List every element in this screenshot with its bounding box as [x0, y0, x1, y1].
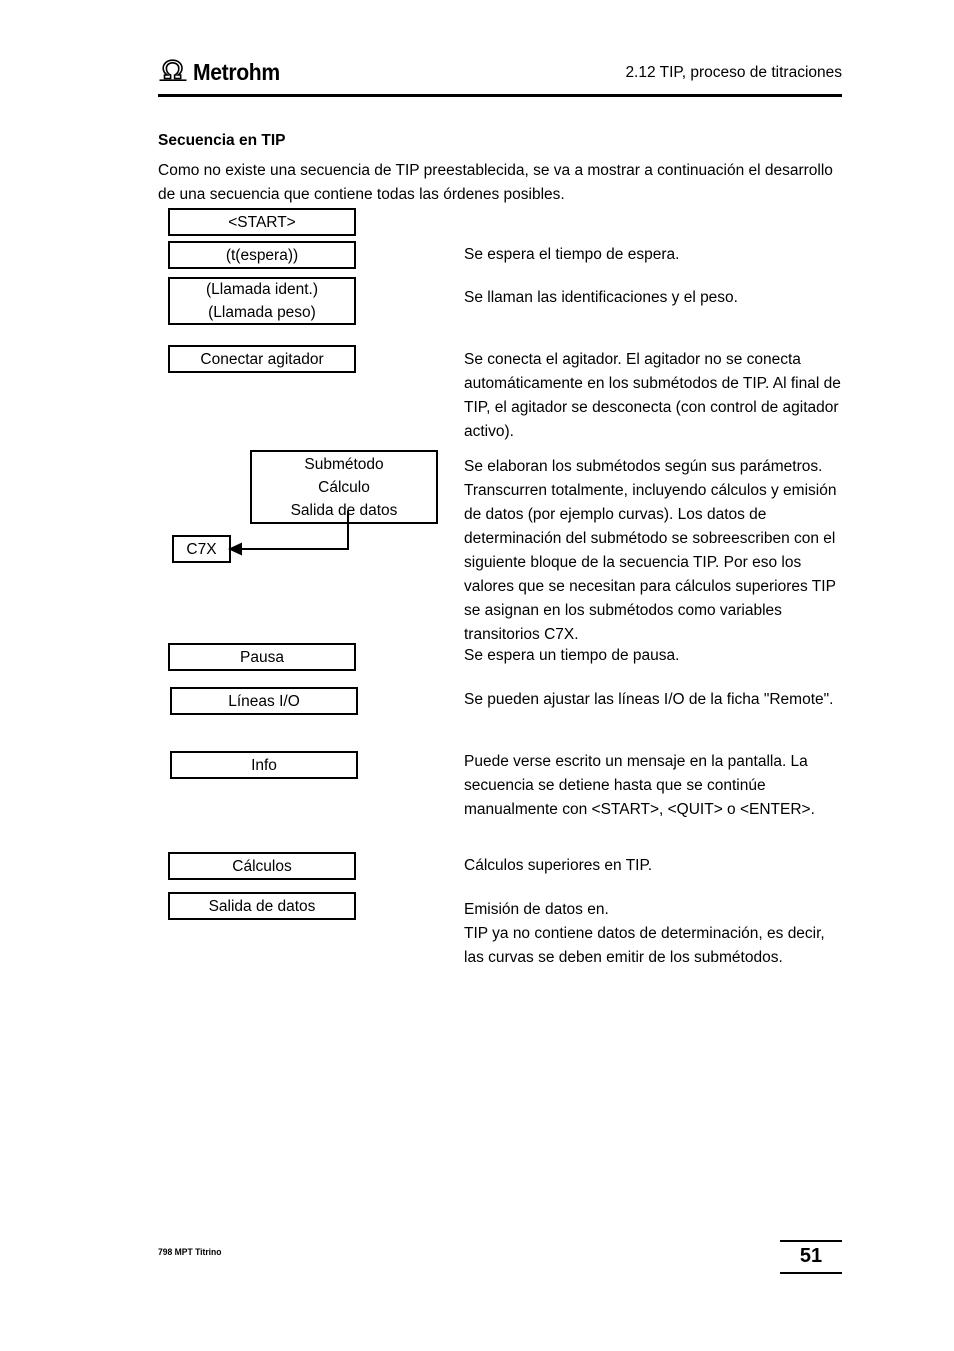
header-divider [158, 94, 842, 97]
flow-box-submethod: Submétodo Cálculo Salida de datos [250, 450, 438, 524]
flow-box-c7x-label: C7X [186, 540, 217, 558]
flow-box-start: <START> [168, 208, 356, 236]
metrohm-omega-mark [158, 58, 188, 87]
metrohm-wordmark: Metrohm [193, 59, 280, 85]
flow-box-stirrer-label: Conectar agitador [200, 350, 324, 368]
note-submethod: Se elaboran los submétodos según sus par… [464, 458, 837, 643]
footer-product-name: 798 MPT Titrino [158, 1247, 222, 1258]
flow-box-pause: Pausa [168, 643, 356, 671]
flow-box-start-label: <START> [228, 213, 296, 231]
flow-box-calculations-label: Cálculos [232, 857, 292, 875]
metrohm-logo: Metrohm [158, 58, 287, 87]
page-header: Metrohm 2.12 TIP, proceso de titraciones [158, 58, 842, 96]
header-chapter-title: 2.12 TIP, proceso de titraciones [625, 64, 842, 81]
note-pause: Se espera un tiempo de pausa. [464, 647, 680, 664]
flow-box-io-lines: Líneas I/O [170, 687, 358, 715]
flow-box-c7x: C7X [172, 535, 231, 563]
flow-box-info: Info [170, 751, 358, 779]
flow-box-pause-label: Pausa [240, 648, 284, 666]
intro-paragraph: Como no existe una secuencia de TIP pree… [158, 162, 833, 203]
note-calls: Se llaman las identificaciones y el peso… [464, 289, 738, 306]
note-calculations: Cálculos superiores en TIP. [464, 857, 653, 874]
flow-box-calls: (Llamada ident.) (Llamada peso) [168, 277, 356, 325]
flow-box-calculations: Cálculos [168, 852, 356, 880]
note-wait-time: Se espera el tiempo de espera. [464, 246, 680, 263]
flow-box-submethod-line-1: Submétodo [304, 455, 384, 473]
flow-box-data-output: Salida de datos [168, 892, 356, 920]
flow-box-wait-time: (t(espera)) [168, 241, 356, 269]
note-info: Puede verse escrito un mensaje en la pan… [464, 753, 815, 818]
page-title: Secuencia en TIP [158, 132, 286, 149]
flow-box-submethod-line-2: Cálculo [318, 478, 370, 496]
flow-box-io-lines-label: Líneas I/O [228, 692, 300, 710]
note-data-output: Emisión de datos en. TIP ya no contiene … [464, 901, 825, 966]
page-number: 51 [780, 1240, 842, 1274]
flow-box-info-label: Info [251, 756, 277, 774]
flow-box-wait-time-label: (t(espera)) [225, 246, 299, 264]
note-stirrer: Se conecta el agitador. El agitador no s… [464, 351, 841, 440]
flow-box-data-output-label: Salida de datos [208, 897, 316, 915]
flow-box-stirrer: Conectar agitador [168, 345, 356, 373]
flow-box-calls-line-2: (Llamada peso) [208, 304, 316, 321]
flow-box-submethod-line-3: Salida de datos [290, 501, 398, 519]
note-io-lines: Se pueden ajustar las líneas I/O de la f… [464, 691, 834, 708]
flow-box-calls-line-1: (Llamada ident.) [205, 281, 318, 298]
